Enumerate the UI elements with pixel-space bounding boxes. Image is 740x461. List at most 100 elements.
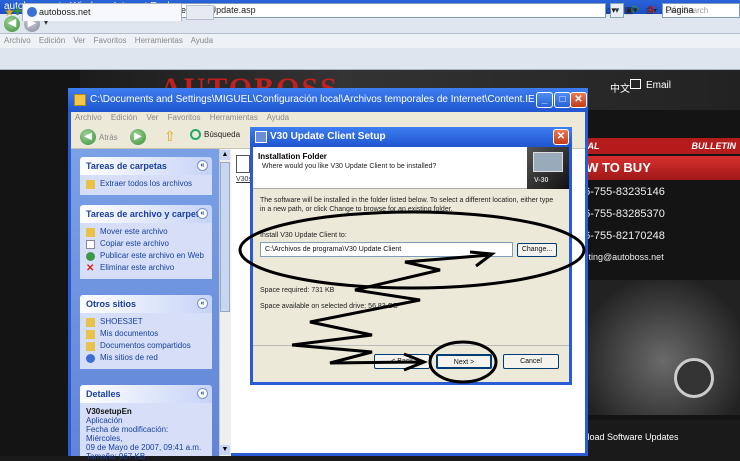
task-label: Publicar este archivo en Web: [100, 251, 204, 260]
task-label: Mover este archivo: [100, 227, 168, 236]
explorer-back-label[interactable]: Atrás: [99, 133, 118, 142]
minimize-button[interactable]: _: [536, 92, 553, 108]
print-icon[interactable]: ⎙▾: [646, 5, 657, 15]
group-title: Tareas de carpetas: [86, 161, 167, 171]
detail-type: Aplicación: [86, 416, 123, 425]
new-tab-button[interactable]: [186, 5, 214, 20]
folder-up-icon[interactable]: ⇧: [164, 128, 180, 144]
file-icon[interactable]: [236, 155, 250, 173]
place-label: Mis sitios de red: [100, 353, 158, 362]
maximize-button[interactable]: □: [554, 92, 571, 108]
download-updates-link[interactable]: vnload Software Updates: [570, 420, 740, 456]
place-label: Mis documentos: [100, 329, 159, 338]
folder-icon: [86, 318, 95, 327]
menu-edicion[interactable]: Edición: [39, 36, 65, 45]
back-button[interactable]: < Back: [374, 354, 430, 369]
explorer-forward-icon[interactable]: ▶: [130, 129, 146, 145]
collapse-icon[interactable]: «: [197, 160, 208, 171]
place-label: Documentos compartidos: [100, 341, 191, 350]
car-emblem-icon: [674, 358, 714, 398]
menu-favoritos[interactable]: Favoritos: [94, 36, 127, 45]
place-my-documents[interactable]: Mis documentos: [80, 329, 212, 341]
detail-size: Tamaño: 967 KB: [86, 452, 146, 461]
menu-ver[interactable]: Ver: [73, 36, 85, 45]
search-icon[interactable]: [190, 129, 201, 140]
dialog-subheading: Where would you like V30 Update Client t…: [262, 163, 437, 170]
group-body: Mover este archivo Copiar este archivo P…: [80, 223, 212, 279]
dialog-close-button[interactable]: ✕: [553, 129, 569, 145]
group-header-folder-tasks[interactable]: Tareas de carpetas «: [80, 157, 212, 175]
task-label: Eliminar este archivo: [100, 263, 175, 272]
collapse-icon[interactable]: «: [197, 388, 208, 399]
tab-autoboss[interactable]: autoboss.net: [22, 3, 182, 21]
place-network[interactable]: Mis sitios de red: [80, 353, 212, 365]
home-icon[interactable]: ⌂▾: [606, 5, 616, 15]
task-move[interactable]: Mover este archivo: [80, 227, 212, 239]
group-header-file-tasks[interactable]: Tareas de archivo y carpeta «: [80, 205, 212, 223]
exp-menu-ver[interactable]: Ver: [146, 113, 158, 122]
site-nav-bar: OBAL BULLETIN: [570, 138, 740, 154]
email-link[interactable]: Email: [646, 80, 671, 91]
folder-icon: [86, 330, 95, 339]
task-copy[interactable]: Copiar este archivo: [80, 239, 212, 251]
explorer-back-icon[interactable]: ◀: [80, 129, 96, 145]
menu-archivo[interactable]: Archivo: [4, 36, 31, 45]
detail-date-2: 09 de Mayo de 2007, 09:41 a.m.: [86, 443, 202, 452]
close-button[interactable]: ✕: [570, 92, 587, 108]
explorer-menu-bar: Archivo Edición Ver Favoritos Herramient…: [71, 112, 585, 125]
add-favorites-icon[interactable]: ✚: [13, 5, 22, 18]
language-link[interactable]: 中文: [610, 80, 630, 95]
phone-number: 86-755-83285370: [578, 208, 665, 220]
install-path-input[interactable]: C:\Archivos de programa\V30 Update Clien…: [260, 242, 513, 257]
exp-menu-herramientas[interactable]: Herramientas: [210, 113, 258, 122]
collapse-icon[interactable]: «: [197, 208, 208, 219]
task-delete[interactable]: ✕ Eliminar este archivo: [80, 263, 212, 275]
menu-ayuda[interactable]: Ayuda: [191, 36, 214, 45]
move-icon: [86, 228, 95, 237]
dialog-body-text: The software will be installed in the fo…: [260, 197, 554, 213]
group-header-details[interactable]: Detalles «: [80, 385, 212, 403]
publish-web-icon: [86, 252, 95, 261]
device-screen: [533, 152, 563, 172]
device-label: V-30: [534, 177, 549, 184]
tab-site-icon: [27, 7, 37, 17]
task-publish[interactable]: Publicar este archivo en Web: [80, 251, 212, 263]
explorer-title: C:\Documents and Settings\MIGUEL\Configu…: [68, 88, 588, 112]
scroll-down-icon[interactable]: ▼: [220, 445, 230, 455]
task-extract[interactable]: Extraer todos los archivos: [80, 179, 212, 191]
delete-icon: ✕: [86, 263, 95, 274]
change-button[interactable]: Change...: [517, 243, 557, 257]
place-shared-documents[interactable]: Documentos compartidos: [80, 341, 212, 353]
phone-number: 86-755-83235146: [578, 186, 665, 198]
menu-herramientas[interactable]: Herramientas: [135, 36, 183, 45]
search-button[interactable]: Búsqueda: [204, 130, 240, 139]
detail-date: Fecha de modificación: Miércoles,: [86, 425, 169, 443]
dialog-title: V30 Update Client Setup: [250, 127, 572, 147]
cancel-button[interactable]: Cancel: [503, 354, 559, 369]
exp-menu-archivo[interactable]: Archivo: [75, 113, 102, 122]
nav-bulletin[interactable]: BULLETIN: [692, 141, 737, 151]
group-header-other-places[interactable]: Otros sitios «: [80, 295, 212, 313]
dialog-heading: Installation Folder: [258, 152, 327, 161]
task-label: Copiar este archivo: [100, 239, 169, 248]
next-button[interactable]: Next >: [436, 354, 492, 369]
group-title: Otros sitios: [86, 299, 137, 309]
email-icon[interactable]: [630, 79, 641, 89]
ie-tab-bar: [0, 48, 740, 70]
place-shoes3et[interactable]: SHOES3ET: [80, 317, 212, 329]
marketing-email[interactable]: rketing@autoboss.net: [570, 248, 740, 272]
scroll-up-icon[interactable]: ▲: [220, 150, 230, 160]
how-to-buy-heading[interactable]: OW TO BUY: [570, 156, 740, 180]
network-icon: [86, 354, 95, 363]
setup-icon: [255, 131, 267, 143]
page-menu[interactable]: Página: [666, 5, 694, 15]
feeds-icon[interactable]: ▣▾: [624, 5, 637, 15]
group-title: Tareas de archivo y carpeta: [86, 209, 204, 219]
exp-menu-edicion[interactable]: Edición: [111, 113, 137, 122]
exp-menu-favoritos[interactable]: Favoritos: [168, 113, 201, 122]
collapse-icon[interactable]: «: [197, 298, 208, 309]
extract-icon: [86, 180, 95, 189]
scroll-thumb[interactable]: [220, 162, 230, 312]
phone-number: 86-755-82170248: [578, 230, 665, 242]
exp-menu-ayuda[interactable]: Ayuda: [267, 113, 290, 122]
